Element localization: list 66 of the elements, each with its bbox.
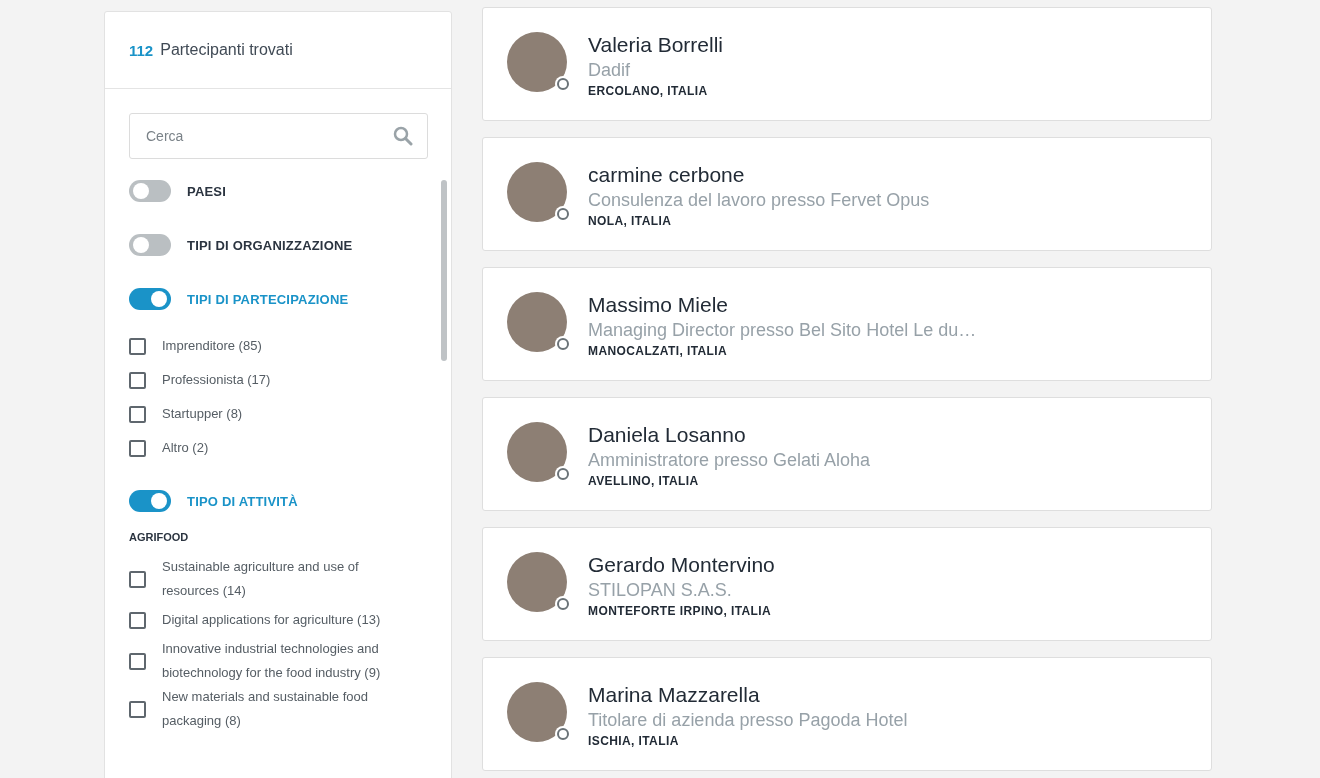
- status-ring-icon: [557, 78, 569, 90]
- participant-card[interactable]: carmine cerbone Consulenza del lavoro presso Fervet Opus NOLA, ITALIA: [482, 137, 1212, 251]
- checkbox[interactable]: [129, 337, 146, 355]
- option-label: Innovative industrial technologies and biotechnology for the food industry (9): [162, 640, 382, 682]
- status-ring-icon: [557, 338, 569, 350]
- participant-role: Managing Director presso Bel Sito Hotel Le du…: [588, 319, 977, 342]
- filter-label: TIPO DI ATTIVITÀ: [187, 493, 298, 509]
- option-label: Professionista (17): [162, 371, 271, 389]
- avatar-placeholder: [507, 32, 567, 92]
- avatar-placeholder: [507, 682, 567, 742]
- participant-location: NOLA, ITALIA: [588, 213, 673, 230]
- option-label: Sustainable agriculture and use of resources (14): [162, 558, 360, 600]
- participant-name: Daniela Losanno: [588, 422, 747, 448]
- avatar-placeholder: [507, 422, 567, 482]
- participant-card[interactable]: Valeria Borrelli Dadif ERCOLANO, ITALIA: [482, 7, 1212, 121]
- participant-card[interactable]: Marina Mazzarella Titolare di azienda presso Pagoda Hotel ISCHIA, ITALIA: [482, 657, 1212, 771]
- participant-name: Gerardo Montervino: [588, 552, 775, 578]
- avatar-placeholder: [507, 292, 567, 352]
- participant-card[interactable]: Daniela Losanno Amministratore presso Gelati Aloha AVELLINO, ITALIA: [482, 397, 1212, 511]
- checkbox[interactable]: [129, 405, 146, 423]
- participant-location: MONTEFORTE IRPINO, ITALIA: [588, 603, 773, 620]
- participant-role: Consulenza del lavoro presso Fervet Opus: [588, 189, 930, 212]
- checkbox[interactable]: [129, 570, 146, 588]
- option-label: Imprenditore (85): [162, 337, 262, 355]
- participant-card[interactable]: Gerardo Montervino STILOPAN S.A.S. MONTEFORTE IRPINO, ITALIA: [482, 527, 1212, 641]
- scrollbar[interactable]: [441, 180, 447, 361]
- search-field[interactable]: Cerca: [129, 113, 428, 159]
- results-title: Partecipanti trovati: [160, 41, 293, 59]
- checkbox[interactable]: [129, 371, 146, 389]
- option-label: New materials and sustainable food packaging (8): [162, 688, 369, 730]
- participant-role: Dadif: [588, 59, 632, 82]
- participant-card[interactable]: Massimo Miele Managing Director presso Bel Sito Hotel Le du… MANOCALZATI, ITALIA: [482, 267, 1212, 381]
- toggle-switch[interactable]: [129, 288, 171, 310]
- toggle-switch[interactable]: [129, 490, 171, 512]
- filter-label: TIPI DI ORGANIZZAZIONE: [187, 237, 353, 253]
- participant-location: MANOCALZATI, ITALIA: [588, 343, 729, 360]
- checkbox[interactable]: [129, 700, 146, 718]
- toggle-switch[interactable]: [129, 180, 171, 202]
- participant-name: Marina Mazzarella: [588, 682, 761, 708]
- option-label: Altro (2): [162, 439, 209, 457]
- toggle-switch[interactable]: [129, 234, 171, 256]
- filter-label: PAESI: [187, 183, 227, 199]
- checkbox[interactable]: [129, 439, 146, 457]
- option-label: Digital applications for agriculture (13): [162, 611, 381, 629]
- participant-name: Valeria Borrelli: [588, 32, 723, 58]
- participant-name: Massimo Miele: [588, 292, 730, 318]
- status-ring-icon: [557, 468, 569, 480]
- participant-name: carmine cerbone: [588, 162, 746, 188]
- participant-role: Titolare di azienda presso Pagoda Hotel: [588, 709, 908, 732]
- category-heading: AGRIFOOD: [129, 531, 190, 543]
- filter-label: TIPI DI PARTECIPAZIONE: [187, 291, 349, 307]
- participant-role: STILOPAN S.A.S.: [588, 579, 733, 602]
- status-ring-icon: [557, 598, 569, 610]
- option-label: Startupper (8): [162, 405, 243, 423]
- participant-location: AVELLINO, ITALIA: [588, 473, 700, 490]
- avatar-placeholder: [507, 162, 567, 222]
- status-ring-icon: [557, 728, 569, 740]
- avatar-placeholder: [507, 552, 567, 612]
- participant-role: Amministratore presso Gelati Aloha: [588, 449, 871, 472]
- status-ring-icon: [557, 208, 569, 220]
- participant-location: ISCHIA, ITALIA: [588, 733, 680, 750]
- participant-location: ERCOLANO, ITALIA: [588, 83, 709, 100]
- result-count: 112: [129, 41, 154, 59]
- search-icon: [393, 126, 413, 146]
- checkbox[interactable]: [129, 611, 146, 629]
- checkbox[interactable]: [129, 652, 146, 670]
